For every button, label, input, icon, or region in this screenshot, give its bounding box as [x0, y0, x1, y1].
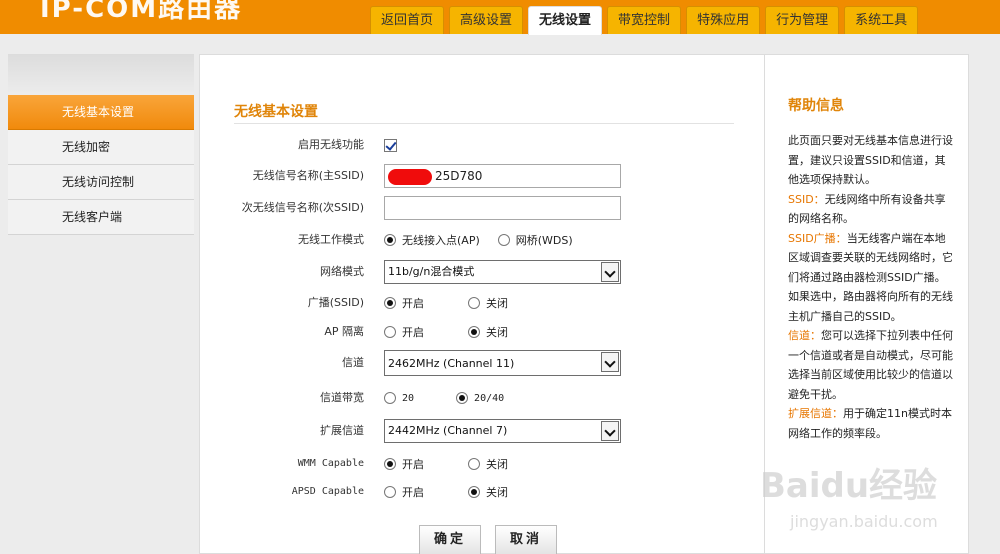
- tab-system-tools[interactable]: 系统工具: [844, 6, 919, 34]
- ssid-main-value: 25D780: [435, 169, 483, 183]
- help-channel-term: 信道：: [788, 329, 821, 342]
- brand-logo: IP-COM路由器: [40, 0, 243, 24]
- baidu-watermark-url: jingyan.baidu.com: [790, 512, 938, 531]
- network-mode-value: 11b/g/n混合模式: [388, 265, 475, 278]
- redaction-mark: [388, 169, 432, 185]
- sidebar-menu: 无线基本设置 无线加密 无线访问控制 无线客户端: [8, 95, 194, 235]
- radio-bandwidth-2040[interactable]: [456, 392, 469, 404]
- ext-channel-select[interactable]: 2442MHz (Channel 7): [384, 419, 621, 443]
- wmm-off-label: 关闭: [486, 458, 508, 471]
- apsd-off-label: 关闭: [486, 486, 508, 499]
- wds-mode-label: 网桥(WDS): [515, 234, 573, 247]
- help-title: 帮助信息: [788, 98, 844, 114]
- network-mode-label: 网络模式: [320, 265, 364, 278]
- row-ext-channel: 扩展信道 2442MHz (Channel 7): [200, 418, 766, 444]
- page-title: 无线基本设置: [234, 104, 318, 120]
- form-actions: 确定 取消: [419, 525, 571, 554]
- ssid-main-input[interactable]: 25D780: [384, 164, 621, 188]
- radio-wds-mode[interactable]: [497, 234, 510, 246]
- top-header: IP-COM路由器 返回首页 高级设置 无线设置 带宽控制 特殊应用 行为管理 …: [0, 0, 1000, 35]
- radio-wmm-off[interactable]: [468, 458, 480, 470]
- ext-channel-value: 2442MHz (Channel 7): [388, 424, 508, 437]
- tab-bandwidth[interactable]: 带宽控制: [607, 6, 682, 34]
- broadcast-off-label: 关闭: [486, 297, 508, 310]
- settings-panel: 无线基本设置 启用无线功能 无线信号名称(主SSID) 25D780 次无线信号…: [199, 54, 765, 554]
- sidebar-item-clients[interactable]: 无线客户端: [8, 200, 194, 235]
- isolation-on-label: 开启: [402, 326, 424, 339]
- row-wmm: WMM Capable 开启 关闭: [200, 451, 766, 477]
- tab-wireless[interactable]: 无线设置: [528, 6, 603, 35]
- ext-channel-label: 扩展信道: [320, 424, 364, 437]
- help-intro: 此页面只要对无线基本信息进行设置，建议只设置SSID和信道，其他选项保持默认。: [788, 134, 953, 186]
- radio-broadcast-off[interactable]: [468, 297, 480, 309]
- chevron-down-icon[interactable]: [601, 421, 619, 441]
- sidebar-item-access-control[interactable]: 无线访问控制: [8, 165, 194, 200]
- row-ap-isolation: AP 隔离 开启 关闭: [200, 319, 766, 345]
- tab-home[interactable]: 返回首页: [370, 6, 445, 34]
- cancel-button[interactable]: 取消: [495, 525, 557, 554]
- baidu-watermark: Baidu经验: [760, 466, 938, 506]
- tab-advanced[interactable]: 高级设置: [449, 6, 524, 34]
- sidebar-item-encryption[interactable]: 无线加密: [8, 130, 194, 165]
- enable-wireless-checkbox[interactable]: [384, 138, 397, 152]
- radio-isolation-off[interactable]: [468, 326, 480, 338]
- bandwidth-2040-label: 20/40: [474, 392, 505, 404]
- help-ssid-term: SSID：: [788, 192, 825, 206]
- row-broadcast: 广播(SSID) 开启 关闭: [200, 290, 766, 316]
- radio-apsd-on[interactable]: [384, 486, 396, 498]
- ap-mode-label: 无线接入点(AP): [402, 234, 480, 247]
- network-mode-select[interactable]: 11b/g/n混合模式: [384, 260, 621, 284]
- apsd-on-label: 开启: [402, 486, 424, 499]
- work-mode-label: 无线工作模式: [298, 233, 364, 246]
- radio-wmm-on[interactable]: [384, 458, 396, 470]
- row-ssid-main: 无线信号名称(主SSID) 25D780: [200, 163, 766, 189]
- row-network-mode: 网络模式 11b/g/n混合模式: [200, 259, 766, 285]
- enable-wireless-label: 启用无线功能: [298, 138, 364, 151]
- row-channel: 信道 2462MHz (Channel 11): [200, 350, 766, 376]
- channel-value: 2462MHz (Channel 11): [388, 357, 515, 370]
- bandwidth-20-label: 20: [402, 392, 415, 404]
- ok-button[interactable]: 确定: [419, 525, 481, 554]
- radio-bandwidth-20[interactable]: [384, 392, 396, 404]
- radio-isolation-on[interactable]: [384, 326, 396, 338]
- broadcast-label: 广播(SSID): [307, 296, 364, 309]
- bandwidth-label: 信道带宽: [320, 391, 364, 404]
- tab-special-apps[interactable]: 特殊应用: [686, 6, 761, 34]
- sidebar-item-basic[interactable]: 无线基本设置: [8, 95, 194, 130]
- ssid-main-label: 无线信号名称(主SSID): [252, 169, 364, 182]
- chevron-down-icon[interactable]: [601, 352, 619, 372]
- row-work-mode: 无线工作模式 无线接入点(AP) 网桥(WDS): [200, 227, 766, 253]
- isolation-off-label: 关闭: [486, 326, 508, 339]
- chevron-down-icon[interactable]: [601, 262, 619, 282]
- radio-apsd-off[interactable]: [468, 486, 480, 498]
- channel-select[interactable]: 2462MHz (Channel 11): [384, 350, 621, 376]
- row-apsd: APSD Capable 开启 关闭: [200, 479, 766, 505]
- help-body: 此页面只要对无线基本信息进行设置，建议只设置SSID和信道，其他选项保持默认。 …: [788, 131, 954, 443]
- ssid-secondary-input[interactable]: [384, 196, 621, 220]
- ap-isolation-label: AP 隔离: [324, 325, 364, 338]
- channel-label: 信道: [342, 356, 364, 369]
- broadcast-on-label: 开启: [402, 297, 424, 310]
- radio-ap-mode[interactable]: [384, 234, 396, 246]
- main-nav-tabs: 返回首页 高级设置 无线设置 带宽控制 特殊应用 行为管理 系统工具: [370, 6, 923, 35]
- wmm-on-label: 开启: [402, 458, 424, 471]
- row-ssid-secondary: 次无线信号名称(次SSID): [200, 195, 766, 221]
- row-bandwidth: 信道带宽 20 20/40: [200, 385, 766, 411]
- help-broadcast-term: SSID广播：: [788, 231, 847, 245]
- row-enable-wireless: 启用无线功能: [200, 132, 766, 158]
- tab-behavior[interactable]: 行为管理: [765, 6, 840, 34]
- radio-broadcast-on[interactable]: [384, 297, 396, 309]
- help-ext-term: 扩展信道：: [788, 407, 843, 420]
- help-broadcast-desc: 当无线客户端在本地区域调查要关联的无线网络时，它们将通过路由器检测SSID广播。…: [788, 231, 953, 323]
- apsd-label: APSD Capable: [291, 486, 364, 497]
- title-divider: [234, 123, 734, 124]
- ssid-secondary-label: 次无线信号名称(次SSID): [241, 201, 364, 214]
- sidebar: 无线基本设置 无线加密 无线访问控制 无线客户端: [8, 54, 194, 554]
- wmm-label: WMM Capable: [297, 458, 364, 469]
